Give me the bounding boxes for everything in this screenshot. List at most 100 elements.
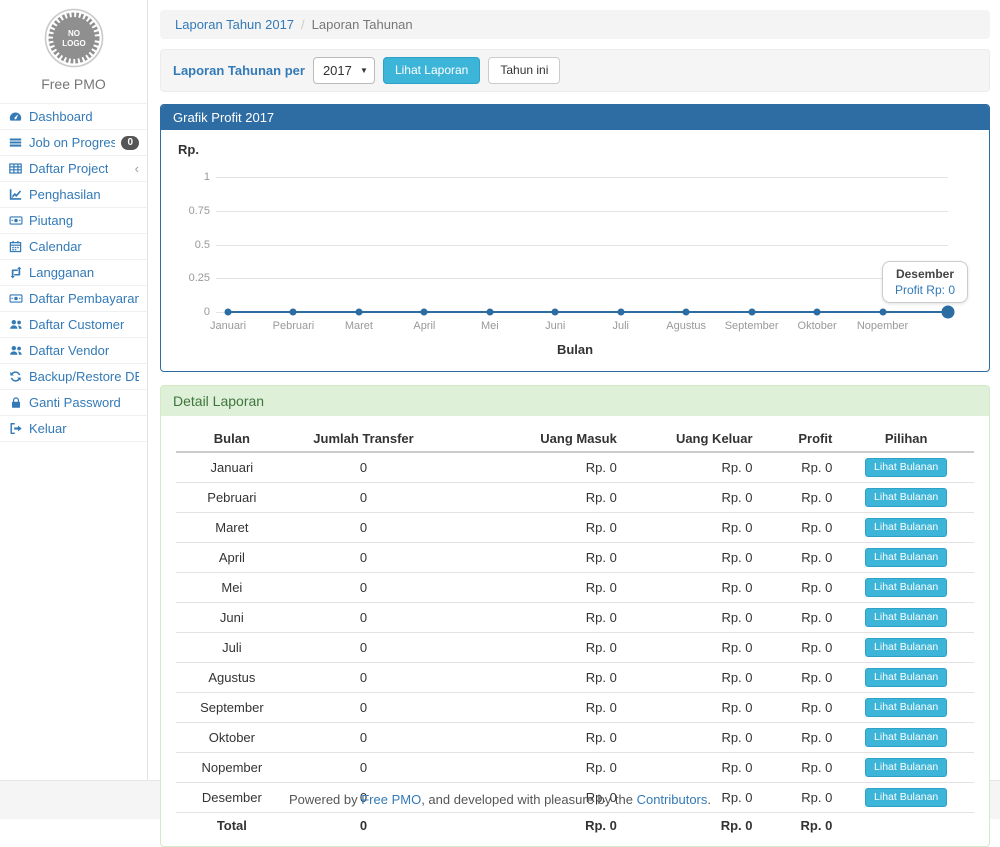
- filter-label: Laporan Tahunan per: [173, 63, 305, 78]
- table-cell: Oktober: [176, 723, 288, 753]
- data-point: [683, 309, 690, 316]
- lihat-bulanan-button[interactable]: Lihat Bulanan: [865, 488, 947, 507]
- table-cell-action: Lihat Bulanan: [838, 543, 974, 573]
- data-point: [355, 309, 362, 316]
- sidebar-item-ganti-password[interactable]: Ganti Password: [0, 390, 147, 416]
- sidebar-item-label: Keluar: [29, 421, 67, 436]
- sidebar-item-daftar-customer[interactable]: Daftar Customer: [0, 312, 147, 338]
- sidebar-item-label: Daftar Pembayaran: [29, 291, 139, 306]
- chart-grid: 10.750.50.250JanuariPebruariMaretAprilMe…: [216, 177, 948, 312]
- main-content: Laporan Tahun 2017/Laporan Tahunan Lapor…: [148, 0, 1000, 780]
- table-row: Juli0Rp. 0Rp. 0Rp. 0Lihat Bulanan: [176, 633, 974, 663]
- chevron-left-icon: ‹: [135, 164, 139, 174]
- table-rows: Januari0Rp. 0Rp. 0Rp. 0Lihat BulananPebr…: [176, 452, 974, 838]
- sidebar-item-dashboard[interactable]: Dashboard: [0, 104, 147, 130]
- lihat-laporan-button[interactable]: Lihat Laporan: [383, 57, 480, 84]
- y-tick-label: 0.75: [174, 205, 210, 217]
- lihat-bulanan-button[interactable]: Lihat Bulanan: [865, 668, 947, 687]
- lihat-bulanan-button[interactable]: Lihat Bulanan: [865, 728, 947, 747]
- sidebar-item-backup-restore-db[interactable]: Backup/Restore DB: [0, 364, 147, 390]
- total-cell: Total: [176, 813, 288, 839]
- tahun-ini-button[interactable]: Tahun ini: [488, 57, 560, 84]
- table-row: September0Rp. 0Rp. 0Rp. 0Lihat Bulanan: [176, 693, 974, 723]
- lihat-bulanan-button[interactable]: Lihat Bulanan: [865, 458, 947, 477]
- data-point: [748, 309, 755, 316]
- year-select[interactable]: 2017: [313, 57, 375, 84]
- sidebar-item-piutang[interactable]: Piutang: [0, 208, 147, 234]
- sidebar-item-penghasilan[interactable]: Penghasilan: [0, 182, 147, 208]
- lihat-bulanan-button[interactable]: Lihat Bulanan: [865, 788, 947, 807]
- sidebar-item-daftar-vendor[interactable]: Daftar Vendor: [0, 338, 147, 364]
- table-row: Januari0Rp. 0Rp. 0Rp. 0Lihat Bulanan: [176, 452, 974, 483]
- table-cell: Rp. 0: [623, 663, 759, 693]
- refresh-icon: [8, 370, 23, 384]
- column-header: Bulan: [176, 426, 288, 452]
- gridline: [216, 245, 948, 246]
- no-logo-stamp-icon: NO LOGO: [44, 8, 104, 68]
- total-cell-empty: [838, 813, 974, 839]
- table-cell-action: Lihat Bulanan: [838, 723, 974, 753]
- logo-text-line2: LOGO: [62, 39, 86, 48]
- count-badge: 0: [121, 136, 139, 150]
- tooltip-value: Profit Rp: 0: [895, 283, 955, 297]
- table-cell: Rp. 0: [439, 633, 623, 663]
- column-header: Uang Keluar: [623, 426, 759, 452]
- sidebar-item-label: Langganan: [29, 265, 94, 280]
- tooltip-month: Desember: [895, 267, 955, 281]
- table-cell: Rp. 0: [623, 573, 759, 603]
- sidebar-item-label: Daftar Project: [29, 161, 108, 176]
- table-cell: Juli: [176, 633, 288, 663]
- data-point: [942, 306, 955, 319]
- table-row: Pebruari0Rp. 0Rp. 0Rp. 0Lihat Bulanan: [176, 483, 974, 513]
- table-cell: September: [176, 693, 288, 723]
- data-point: [552, 309, 559, 316]
- table-cell: Rp. 0: [759, 513, 839, 543]
- lihat-bulanan-button[interactable]: Lihat Bulanan: [865, 518, 947, 537]
- table-cell: Nopember: [176, 753, 288, 783]
- footer-link-free-pmo[interactable]: Free PMO: [361, 792, 421, 807]
- lihat-bulanan-button[interactable]: Lihat Bulanan: [865, 578, 947, 597]
- gridline: [216, 177, 948, 178]
- column-header: Uang Masuk: [439, 426, 623, 452]
- sidebar-item-calendar[interactable]: Calendar: [0, 234, 147, 260]
- x-tick-label: September: [725, 320, 779, 332]
- sidebar-item-label: Dashboard: [29, 109, 93, 124]
- x-tick-label: Mei: [481, 320, 499, 332]
- column-header: Profit: [759, 426, 839, 452]
- x-tick-label: Juli: [612, 320, 629, 332]
- lihat-bulanan-button[interactable]: Lihat Bulanan: [865, 608, 947, 627]
- x-tick-label: Januari: [210, 320, 246, 332]
- sidebar-item-job-on-progress[interactable]: Job on Progress0: [0, 130, 147, 156]
- table-cell: Pebruari: [176, 483, 288, 513]
- table-icon: [8, 162, 23, 176]
- sidebar-item-daftar-project[interactable]: Daftar Project ‹: [0, 156, 147, 182]
- retweet-icon: [8, 266, 23, 280]
- sidebar-item-daftar-pembayaran[interactable]: Daftar Pembayaran: [0, 286, 147, 312]
- table-cell-action: Lihat Bulanan: [838, 753, 974, 783]
- y-tick-label: 1: [174, 171, 210, 183]
- lihat-bulanan-button[interactable]: Lihat Bulanan: [865, 548, 947, 567]
- profit-chart-panel: Grafik Profit 2017 Rp. 10.750.50.250Janu…: [160, 104, 990, 372]
- table-cell-action: Lihat Bulanan: [838, 633, 974, 663]
- gridline: [216, 278, 948, 279]
- tasks-icon: [8, 136, 23, 150]
- detail-laporan-panel: Detail Laporan BulanJumlah TransferUang …: [160, 385, 990, 847]
- x-tick-label: Juni: [545, 320, 565, 332]
- footer-link-contributors[interactable]: Contributors: [637, 792, 708, 807]
- table-cell: Desember: [176, 783, 288, 813]
- table-cell: Rp. 0: [623, 543, 759, 573]
- table-cell: Rp. 0: [759, 723, 839, 753]
- data-point: [486, 309, 493, 316]
- lihat-bulanan-button[interactable]: Lihat Bulanan: [865, 698, 947, 717]
- sidebar-item-label: Ganti Password: [29, 395, 121, 410]
- table-cell: Rp. 0: [439, 693, 623, 723]
- lock-icon: [8, 396, 23, 410]
- table-cell: Rp. 0: [759, 783, 839, 813]
- lihat-bulanan-button[interactable]: Lihat Bulanan: [865, 758, 947, 777]
- sidebar-item-keluar[interactable]: Keluar: [0, 416, 147, 442]
- sidebar-item-langganan[interactable]: Langganan: [0, 260, 147, 286]
- lihat-bulanan-button[interactable]: Lihat Bulanan: [865, 638, 947, 657]
- sidebar-item-label: Penghasilan: [29, 187, 101, 202]
- chart-panel-title: Grafik Profit 2017: [161, 105, 989, 130]
- breadcrumb-link[interactable]: Laporan Tahun 2017: [175, 17, 294, 32]
